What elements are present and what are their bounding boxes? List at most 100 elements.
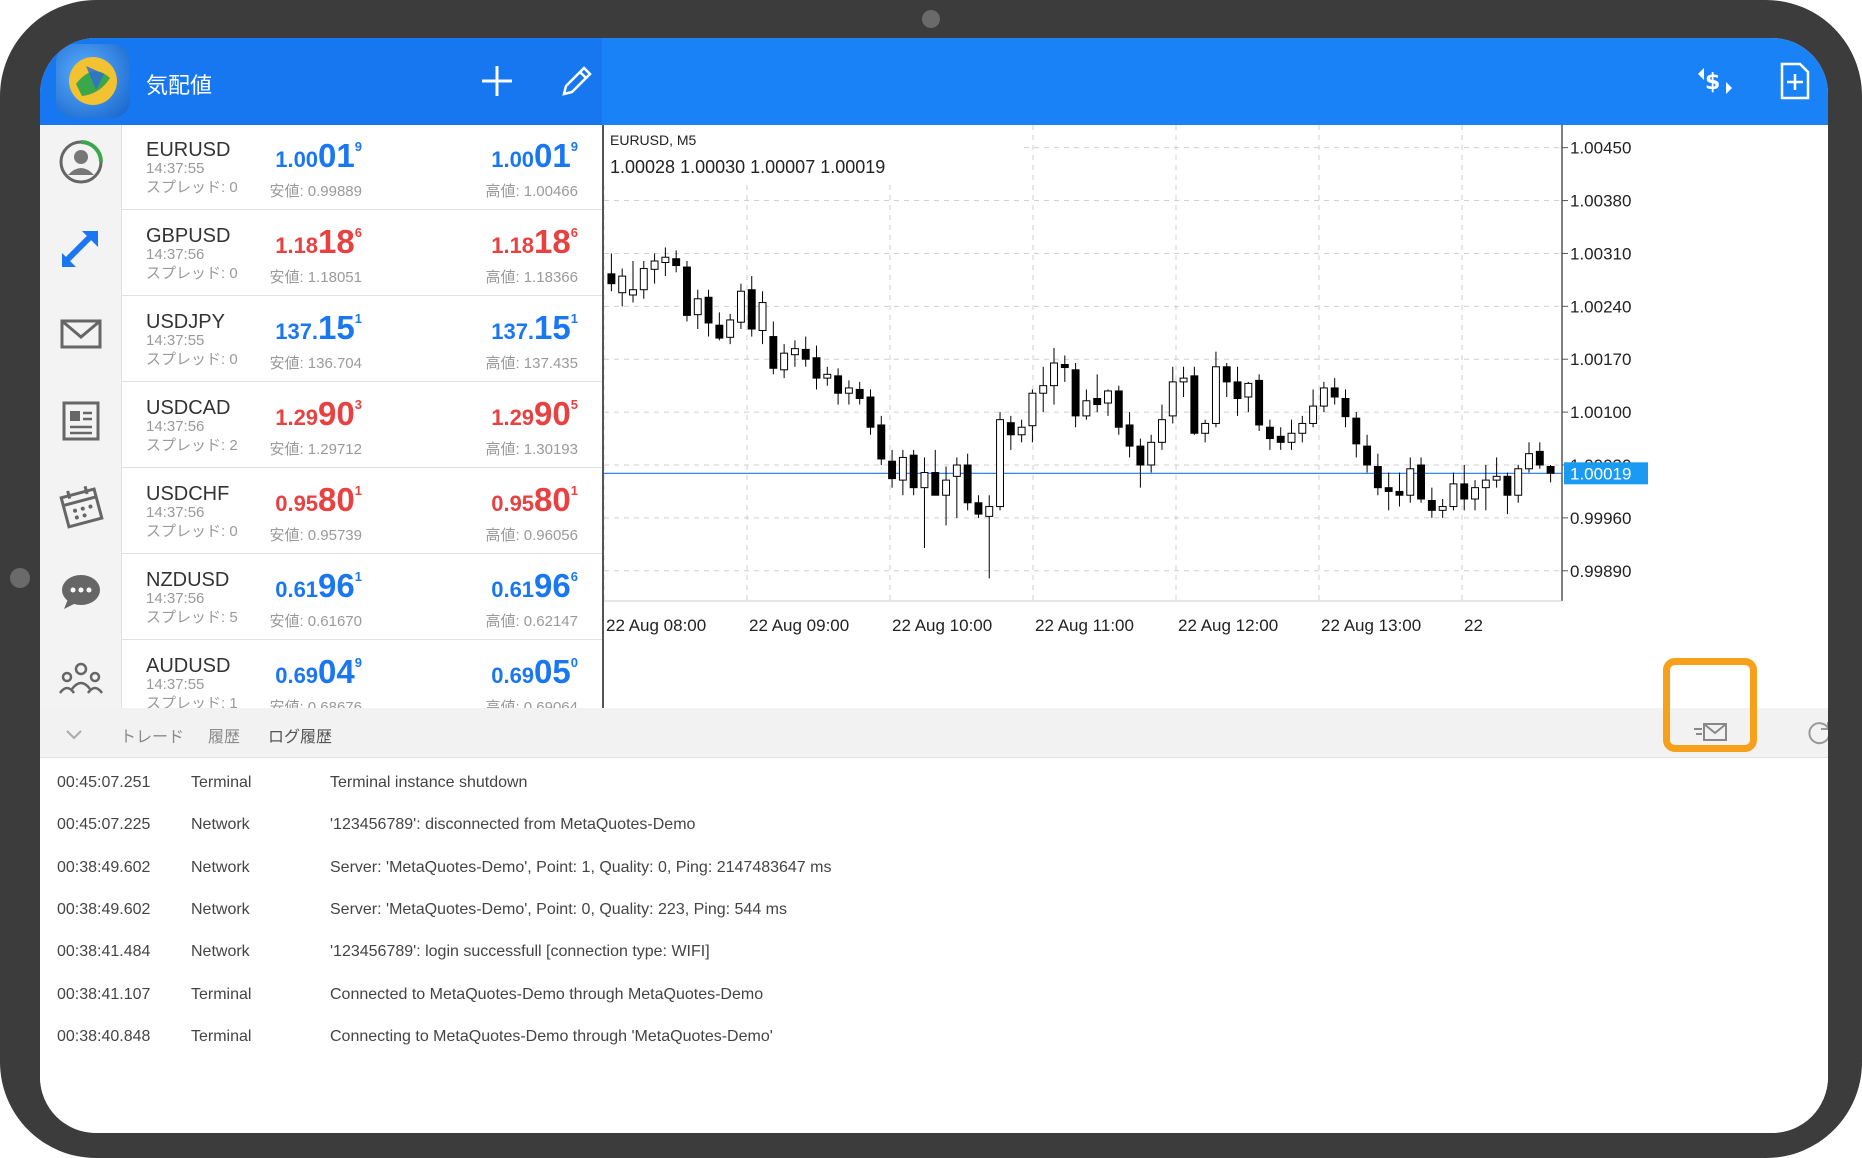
ask-price-prefix: 1.18 xyxy=(491,233,535,258)
candle xyxy=(736,283,745,329)
log-time: 00:38:41.484 xyxy=(57,943,151,961)
bid-price: 1.18186 xyxy=(275,223,362,261)
x-tick-label: 22 Aug 08:00 xyxy=(606,616,706,635)
candle-body xyxy=(726,319,735,338)
ask-price: 0.95801 xyxy=(491,481,578,519)
trade-icon[interactable] xyxy=(52,219,110,277)
candle-body xyxy=(1201,422,1210,434)
candle-body xyxy=(639,268,648,291)
chat-icon[interactable] xyxy=(52,563,110,621)
bid-price: 1.00019 xyxy=(275,137,362,175)
quote-row[interactable]: USDCAD 14:37:56 スプレッド: 2 1.29903 1.29905 安値: … xyxy=(122,383,602,468)
community-icon[interactable] xyxy=(52,649,110,707)
quote-row[interactable]: USDJPY 14:37:55 スプレッド: 0 137.151 137.151 安値: … xyxy=(122,297,602,382)
news-icon[interactable] xyxy=(52,391,110,449)
ask-price: 137.151 xyxy=(491,309,578,347)
account-icon[interactable] xyxy=(52,133,110,191)
candle-body xyxy=(683,266,691,316)
high-price: 高値: 0.96056 xyxy=(485,527,578,544)
bid-price-fraction: 3 xyxy=(354,397,362,412)
candle xyxy=(693,289,702,329)
log-source: Network xyxy=(191,900,250,918)
candle-body xyxy=(909,454,918,489)
quotes-list: EURUSD 14:37:55 スプレッド: 0 1.00019 1.00019 安値: … xyxy=(122,125,602,708)
candle xyxy=(1427,487,1436,518)
candle xyxy=(834,368,843,405)
tab-history[interactable]: 履歴 xyxy=(208,723,240,747)
candle xyxy=(758,291,767,345)
log-time: 00:38:40.848 xyxy=(57,1027,151,1045)
candle-body xyxy=(963,464,972,504)
ask-price-fraction: 9 xyxy=(570,139,578,154)
candle-body xyxy=(1471,487,1479,500)
collapse-chevron-icon[interactable] xyxy=(62,722,86,746)
symbol-name: USDCAD xyxy=(146,397,231,419)
app-logo-icon[interactable] xyxy=(56,44,130,118)
add-symbol-icon[interactable] xyxy=(474,58,520,104)
quote-row[interactable]: AUDUSD 14:37:55 スプレッド: 1 0.69049 0.69050 安値: … xyxy=(122,641,602,708)
x-tick-label: 22 Aug 13:00 xyxy=(1321,616,1421,635)
low-price: 安値: 136.704 xyxy=(269,355,362,372)
mail-icon[interactable] xyxy=(52,305,110,363)
candle-body xyxy=(1384,487,1393,492)
candle-body xyxy=(1017,426,1026,436)
ask-price-pips: 15 xyxy=(534,309,571,346)
candle xyxy=(1039,366,1048,413)
bid-price: 137.151 xyxy=(275,309,362,347)
refresh-icon[interactable] xyxy=(1804,718,1828,748)
currency-exchange-icon[interactable]: $ xyxy=(1692,58,1738,104)
high-price: 高値: 0.62147 xyxy=(485,613,578,630)
candle-body xyxy=(888,460,897,480)
candle-body xyxy=(693,298,702,316)
candle xyxy=(1298,415,1307,443)
tab-trade[interactable]: トレード xyxy=(120,723,184,747)
price-chart[interactable]: 1.00450 1.00380 1.00310 1.00240 1.00170 1.001… xyxy=(602,125,1828,708)
candle-body xyxy=(844,387,853,394)
candle xyxy=(974,495,983,518)
quote-row[interactable]: GBPUSD 14:37:56 スプレッド: 0 1.18186 1.18186 安値: … xyxy=(122,211,602,296)
candle-body xyxy=(790,348,799,356)
log-time: 00:38:49.602 xyxy=(57,900,151,918)
candle xyxy=(1406,457,1415,503)
ask-price-pips: 96 xyxy=(534,567,571,604)
candle-body xyxy=(618,275,627,294)
candle xyxy=(790,340,799,367)
tab-log-history[interactable]: ログ履歴 xyxy=(268,723,332,747)
candle xyxy=(1071,363,1080,428)
bid-price-pips: 80 xyxy=(318,481,355,518)
candle xyxy=(1201,419,1210,443)
new-document-icon[interactable] xyxy=(1772,58,1818,104)
symbol-name: AUDUSD xyxy=(146,655,231,677)
candle xyxy=(618,268,627,307)
calendar-icon[interactable] xyxy=(52,477,110,535)
high-price: 高値: 1.30193 xyxy=(485,441,578,458)
chart-canvas[interactable]: 1.00450 1.00380 1.00310 1.00240 1.00170 1.001… xyxy=(604,125,1828,708)
candle-body xyxy=(1147,441,1156,466)
quote-spread: スプレッド: 2 xyxy=(146,437,238,454)
candle-body xyxy=(1244,382,1253,398)
log-time: 00:38:49.602 xyxy=(57,858,151,876)
ask-price: 1.18186 xyxy=(491,223,578,261)
log-source: Terminal xyxy=(191,774,252,791)
candle-body xyxy=(1071,369,1080,417)
quote-row[interactable]: EURUSD 14:37:55 スプレッド: 0 1.00019 1.00019 安値: … xyxy=(122,125,602,210)
candle xyxy=(985,495,994,579)
quote-row[interactable]: USDCHF 14:37:56 スプレッド: 0 0.95801 0.95801 安値: … xyxy=(122,469,602,554)
candle-body xyxy=(1104,390,1112,404)
quote-row[interactable]: NZDUSD 14:37:56 スプレッド: 5 0.61961 0.61966 安値: … xyxy=(122,555,602,640)
y-tick-label: 1.00450 xyxy=(1570,139,1631,158)
bid-price-fraction: 1 xyxy=(354,569,362,584)
candle xyxy=(661,247,670,277)
candle-body xyxy=(1525,453,1533,470)
ask-price-prefix: 1.00 xyxy=(491,147,535,172)
candle xyxy=(1546,465,1555,483)
x-tick-label: 22 Aug 10:00 xyxy=(892,616,992,635)
candle xyxy=(1136,438,1145,488)
ask-price-fraction: 6 xyxy=(570,569,578,584)
quote-time: 14:37:56 xyxy=(146,418,205,435)
x-tick-label: 22 Aug 09:00 xyxy=(749,616,849,635)
candle-body xyxy=(780,352,789,371)
ask-price: 0.69050 xyxy=(491,653,578,691)
log-source: Network xyxy=(191,858,250,876)
edit-icon[interactable] xyxy=(554,58,600,104)
